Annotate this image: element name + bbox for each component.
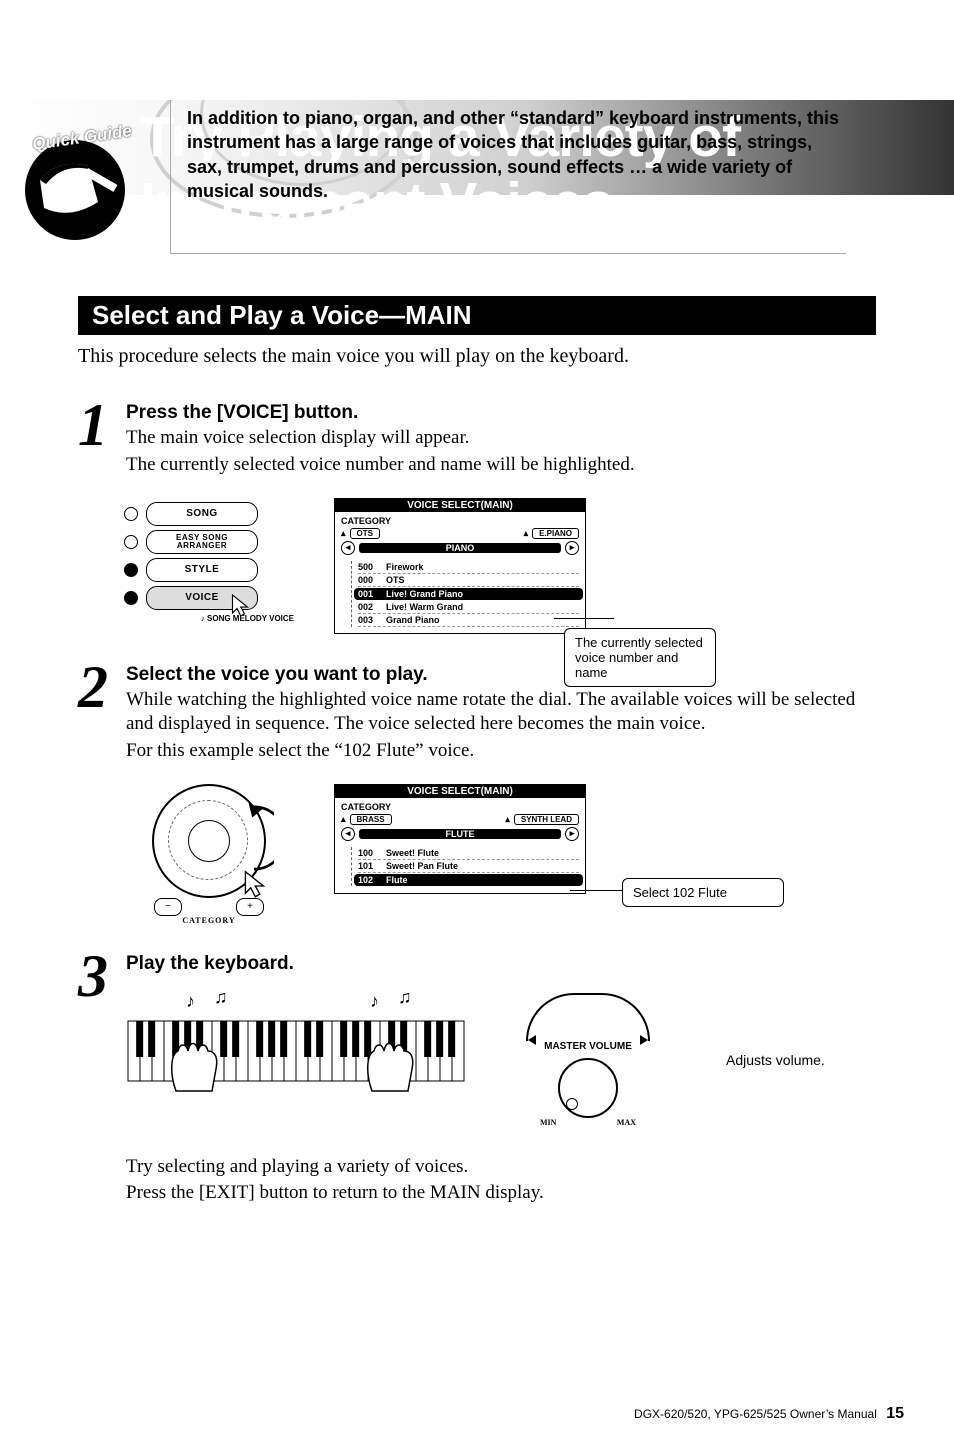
dial-illustration: − + CATEGORY	[124, 784, 294, 925]
footer-model: DGX-620/520, YPG-625/525 Owner’s Manual	[634, 1407, 877, 1421]
arrow-up-icon: ▴	[524, 528, 529, 539]
step-body: While watching the highlighted voice nam…	[126, 688, 876, 737]
callout: Select 102 Flute	[622, 878, 784, 907]
arrow-up-icon: ▴	[505, 814, 510, 825]
step-2: 2 Select the voice you want to play. Whi…	[78, 660, 876, 766]
quick-guide-badge: Quick Guide	[10, 110, 140, 240]
cursor-icon	[228, 592, 258, 622]
lcd-title: VOICE SELECT(MAIN)	[335, 785, 585, 798]
dial-label: CATEGORY	[124, 916, 294, 925]
song-button: SONG	[146, 502, 258, 526]
lcd-voice-row: 101Sweet! Pan Flute	[358, 860, 579, 873]
lcd-voice-row: 002Live! Warm Grand	[358, 601, 579, 614]
lcd-screen-illustration: VOICE SELECT(MAIN) CATEGORY ▴ OTS ▴ E.PI…	[334, 498, 586, 634]
svg-text:♫: ♫	[214, 993, 228, 1007]
lcd-voice-row: 100Sweet! Flute	[358, 847, 579, 860]
step-number: 1	[78, 398, 126, 452]
lcd-voice-row: 102Flute	[354, 874, 583, 886]
vol-min-label: MIN	[540, 1118, 556, 1127]
song-melody-voice-label: ♪ SONG MELODY VOICE	[124, 614, 294, 623]
svg-text:♪: ♪	[370, 993, 379, 1011]
arrow-right-icon: ▸	[565, 541, 579, 555]
cursor-icon	[240, 868, 276, 904]
step-body: For this example select the “102 Flute” …	[126, 739, 876, 764]
led-on-icon	[124, 563, 138, 577]
arrow-up-icon: ▴	[341, 814, 346, 825]
svg-text:♫: ♫	[398, 993, 412, 1007]
step-3: 3 Play the keyboard. ♪ ♫ ♪ ♫	[78, 949, 876, 1208]
step-number: 3	[78, 949, 126, 1003]
lcd-voice-row: 000OTS	[358, 574, 579, 587]
step-body: Try selecting and playing a variety of v…	[126, 1155, 876, 1180]
easy-song-arranger-button: EASY SONG ARRANGER	[146, 530, 258, 554]
lcd-category-label: CATEGORY	[341, 802, 579, 812]
step-body: The main voice selection display will ap…	[126, 426, 876, 451]
page-footer: DGX-620/520, YPG-625/525 Owner’s Manual …	[634, 1405, 904, 1423]
master-volume-illustration: MASTER VOLUME MIN MAX	[526, 993, 650, 1127]
minus-button: −	[154, 898, 182, 916]
arrow-right-icon: ▸	[565, 827, 579, 841]
button-panel-illustration: SONG EASY SONG ARRANGER STYLE VOICE ♪ SO…	[124, 498, 294, 623]
svg-text:♪: ♪	[186, 993, 195, 1011]
lcd-left-cat: OTS	[350, 528, 380, 539]
lcd-center-cat: FLUTE	[359, 829, 561, 839]
led-on-icon	[124, 591, 138, 605]
step-1: 1 Press the [VOICE] button. The main voi…	[78, 398, 876, 479]
step-title: Select the voice you want to play.	[126, 664, 876, 686]
led-off-icon	[124, 507, 138, 521]
step-title: Play the keyboard.	[126, 953, 876, 975]
intro-box: In addition to piano, organ, and other “…	[170, 100, 846, 254]
vol-max-label: MAX	[617, 1118, 636, 1127]
led-off-icon	[124, 535, 138, 549]
page-number: 15	[886, 1405, 904, 1422]
lcd-right-cat: E.PIANO	[532, 528, 579, 539]
lcd-left-cat: BRASS	[350, 814, 392, 825]
lcd-voice-row: 500Firework	[358, 561, 579, 574]
callout-leader	[570, 890, 626, 891]
keyboard-illustration: ♪ ♫ ♪ ♫	[126, 993, 466, 1093]
lcd-category-label: CATEGORY	[341, 516, 579, 526]
section-heading: Select and Play a Voice—MAIN	[78, 296, 876, 335]
section-lead: This procedure selects the main voice yo…	[78, 345, 876, 368]
volume-knob-icon	[558, 1058, 618, 1118]
lcd-voice-row: 003Grand Piano	[358, 614, 579, 627]
lcd-voice-row: 001Live! Grand Piano	[354, 588, 583, 600]
arrow-up-icon: ▴	[341, 528, 346, 539]
step-body: Press the [EXIT] button to return to the…	[126, 1181, 876, 1206]
step-body: The currently selected voice number and …	[126, 453, 876, 478]
lcd-center-cat: PIANO	[359, 543, 561, 553]
callout: The currently selected voice number and …	[564, 628, 716, 687]
step-number: 2	[78, 660, 126, 714]
arrow-left-icon: ◂	[341, 541, 355, 555]
master-volume-label: MASTER VOLUME	[526, 1041, 650, 1052]
callout-leader	[554, 618, 614, 619]
lcd-screen-illustration: VOICE SELECT(MAIN) CATEGORY ▴ BRASS ▴ SY…	[334, 784, 586, 894]
intro-text: In addition to piano, organ, and other “…	[187, 106, 846, 203]
volume-caption: Adjusts volume.	[726, 1052, 825, 1068]
step-title: Press the [VOICE] button.	[126, 402, 876, 424]
lcd-right-cat: SYNTH LEAD	[514, 814, 579, 825]
rotate-arrow-icon	[234, 798, 274, 878]
arrow-left-icon: ◂	[341, 827, 355, 841]
style-button: STYLE	[146, 558, 258, 582]
lcd-title: VOICE SELECT(MAIN)	[335, 499, 585, 512]
